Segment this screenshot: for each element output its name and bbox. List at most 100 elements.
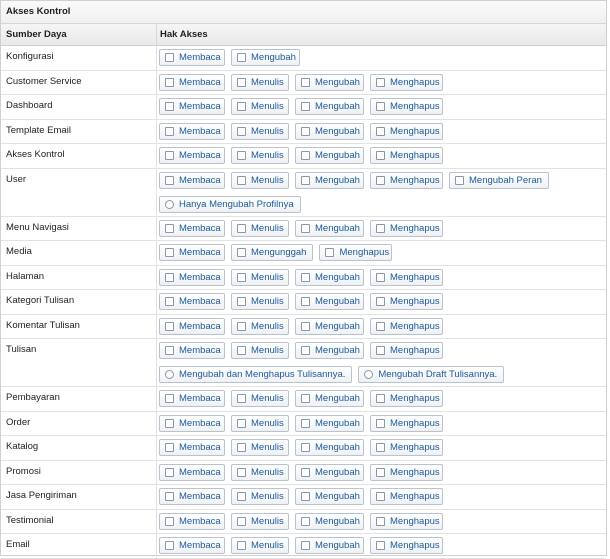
checkbox-square-icon[interactable] bbox=[237, 272, 246, 282]
checkbox-membaca[interactable]: Membaca bbox=[159, 414, 225, 432]
checkbox-square-icon[interactable] bbox=[376, 272, 385, 282]
checkbox-square-icon[interactable] bbox=[165, 297, 174, 306]
checkbox-square-icon[interactable] bbox=[165, 418, 174, 428]
checkbox-square-icon[interactable] bbox=[237, 467, 246, 477]
checkbox-menghapus[interactable]: Menghapus bbox=[370, 414, 443, 432]
checkbox-square-icon[interactable] bbox=[165, 346, 174, 355]
checkbox-square-icon[interactable] bbox=[237, 541, 246, 550]
checkbox-square-icon[interactable] bbox=[376, 321, 385, 331]
checkbox-square-icon[interactable] bbox=[237, 53, 246, 62]
checkbox-square-icon[interactable] bbox=[165, 175, 174, 185]
checkbox-menghapus[interactable]: Menghapus bbox=[370, 439, 443, 456]
checkbox-square-icon[interactable] bbox=[165, 77, 174, 87]
checkbox-square-icon[interactable] bbox=[301, 223, 310, 233]
checkbox-square-icon[interactable] bbox=[376, 151, 385, 160]
checkbox-menghapus[interactable]: Menghapus bbox=[370, 73, 443, 91]
checkbox-square-icon[interactable] bbox=[165, 443, 174, 452]
checkbox-square-icon[interactable] bbox=[376, 541, 385, 550]
checkbox-square-icon[interactable] bbox=[237, 516, 246, 526]
checkbox-mengubah[interactable]: Mengubah bbox=[231, 49, 300, 66]
checkbox-square-icon[interactable] bbox=[165, 394, 174, 403]
radio-hanya-mengubah-profilnya[interactable]: Hanya Mengubah Profilnya bbox=[159, 195, 301, 213]
checkbox-membaca[interactable]: Membaca bbox=[159, 49, 225, 66]
checkbox-square-icon[interactable] bbox=[301, 443, 310, 452]
checkbox-membaca[interactable]: Membaca bbox=[159, 342, 225, 359]
checkbox-square-icon[interactable] bbox=[376, 126, 385, 136]
checkbox-menulis[interactable]: Menulis bbox=[231, 147, 289, 164]
checkbox-square-icon[interactable] bbox=[165, 53, 174, 62]
checkbox-menghapus[interactable]: Menghapus bbox=[370, 98, 443, 115]
checkbox-square-icon[interactable] bbox=[237, 126, 246, 136]
checkbox-mengubah[interactable]: Mengubah bbox=[295, 171, 364, 189]
checkbox-square-icon[interactable] bbox=[301, 272, 310, 282]
checkbox-square-icon[interactable] bbox=[301, 346, 310, 355]
checkbox-membaca[interactable]: Membaca bbox=[159, 122, 225, 140]
checkbox-mengubah[interactable]: Mengubah bbox=[295, 73, 364, 91]
checkbox-square-icon[interactable] bbox=[376, 102, 385, 111]
checkbox-menghapus[interactable]: Menghapus bbox=[319, 244, 393, 261]
checkbox-mengubah[interactable]: Mengubah bbox=[295, 414, 364, 432]
checkbox-square-icon[interactable] bbox=[376, 77, 385, 87]
checkbox-mengubah-peran[interactable]: Mengubah Peran bbox=[449, 171, 549, 189]
checkbox-menghapus[interactable]: Menghapus bbox=[370, 219, 443, 237]
checkbox-mengubah[interactable]: Mengubah bbox=[295, 317, 364, 335]
checkbox-square-icon[interactable] bbox=[376, 492, 385, 501]
checkbox-square-icon[interactable] bbox=[237, 297, 246, 306]
checkbox-square-icon[interactable] bbox=[325, 248, 335, 257]
checkbox-square-icon[interactable] bbox=[165, 516, 174, 526]
radio-circle-icon[interactable] bbox=[364, 370, 374, 379]
checkbox-square-icon[interactable] bbox=[301, 77, 310, 87]
checkbox-square-icon[interactable] bbox=[301, 541, 310, 550]
checkbox-menghapus[interactable]: Menghapus bbox=[370, 463, 443, 481]
checkbox-square-icon[interactable] bbox=[237, 175, 246, 185]
checkbox-membaca[interactable]: Membaca bbox=[159, 390, 225, 407]
checkbox-square-icon[interactable] bbox=[301, 516, 310, 526]
checkbox-mengunggah[interactable]: Mengunggah bbox=[231, 244, 314, 261]
checkbox-menghapus[interactable]: Menghapus bbox=[370, 342, 443, 359]
checkbox-menghapus[interactable]: Menghapus bbox=[370, 317, 443, 335]
checkbox-membaca[interactable]: Membaca bbox=[159, 244, 225, 261]
checkbox-square-icon[interactable] bbox=[237, 223, 246, 233]
radio-mengubah-draft-tulisannya[interactable]: Mengubah Draft Tulisannya. bbox=[358, 366, 505, 383]
checkbox-mengubah[interactable]: Mengubah bbox=[295, 122, 364, 140]
checkbox-square-icon[interactable] bbox=[376, 443, 385, 452]
checkbox-mengubah[interactable]: Mengubah bbox=[295, 537, 364, 554]
checkbox-mengubah[interactable]: Mengubah bbox=[295, 512, 364, 530]
checkbox-square-icon[interactable] bbox=[376, 516, 385, 526]
checkbox-menulis[interactable]: Menulis bbox=[231, 171, 289, 189]
checkbox-square-icon[interactable] bbox=[237, 77, 246, 87]
checkbox-square-icon[interactable] bbox=[165, 467, 174, 477]
checkbox-square-icon[interactable] bbox=[376, 346, 385, 355]
checkbox-membaca[interactable]: Membaca bbox=[159, 293, 225, 310]
checkbox-square-icon[interactable] bbox=[376, 467, 385, 477]
checkbox-square-icon[interactable] bbox=[165, 321, 174, 331]
checkbox-membaca[interactable]: Membaca bbox=[159, 463, 225, 481]
checkbox-square-icon[interactable] bbox=[237, 418, 246, 428]
checkbox-square-icon[interactable] bbox=[237, 151, 246, 160]
checkbox-menulis[interactable]: Menulis bbox=[231, 439, 289, 456]
checkbox-mengubah[interactable]: Mengubah bbox=[295, 439, 364, 456]
checkbox-square-icon[interactable] bbox=[376, 297, 385, 306]
checkbox-menulis[interactable]: Menulis bbox=[231, 317, 289, 335]
checkbox-square-icon[interactable] bbox=[301, 126, 310, 136]
checkbox-menghapus[interactable]: Menghapus bbox=[370, 390, 443, 407]
checkbox-menghapus[interactable]: Menghapus bbox=[370, 293, 443, 310]
checkbox-membaca[interactable]: Membaca bbox=[159, 73, 225, 91]
checkbox-square-icon[interactable] bbox=[165, 248, 174, 257]
checkbox-square-icon[interactable] bbox=[301, 467, 310, 477]
checkbox-square-icon[interactable] bbox=[376, 418, 385, 428]
checkbox-square-icon[interactable] bbox=[301, 151, 310, 160]
checkbox-square-icon[interactable] bbox=[301, 297, 310, 306]
checkbox-membaca[interactable]: Membaca bbox=[159, 488, 225, 505]
checkbox-square-icon[interactable] bbox=[237, 346, 246, 355]
checkbox-membaca[interactable]: Membaca bbox=[159, 439, 225, 456]
checkbox-mengubah[interactable]: Mengubah bbox=[295, 147, 364, 164]
checkbox-square-icon[interactable] bbox=[301, 394, 310, 403]
checkbox-menghapus[interactable]: Menghapus bbox=[370, 122, 443, 140]
checkbox-square-icon[interactable] bbox=[165, 223, 174, 233]
checkbox-membaca[interactable]: Membaca bbox=[159, 147, 225, 164]
checkbox-menulis[interactable]: Menulis bbox=[231, 219, 289, 237]
checkbox-mengubah[interactable]: Mengubah bbox=[295, 219, 364, 237]
checkbox-mengubah[interactable]: Mengubah bbox=[295, 293, 364, 310]
checkbox-menghapus[interactable]: Menghapus bbox=[370, 171, 443, 189]
